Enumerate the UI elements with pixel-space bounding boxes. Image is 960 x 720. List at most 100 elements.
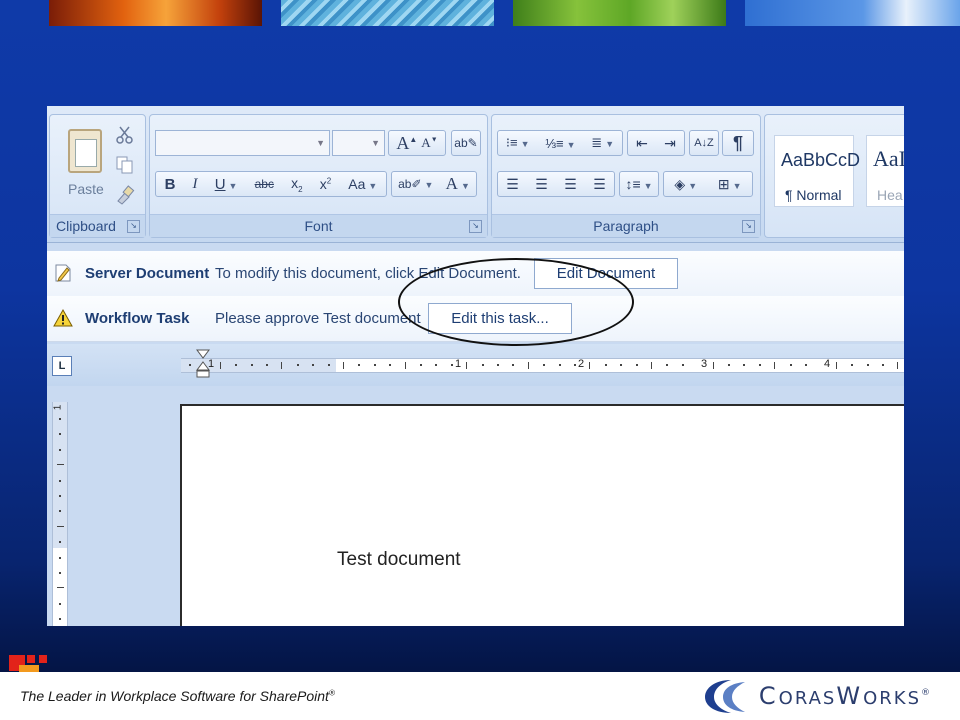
ruler-dot — [59, 433, 61, 436]
style-name: Hea — [877, 187, 903, 203]
tab-selector[interactable]: L — [52, 356, 72, 376]
photo-grass — [513, 0, 726, 26]
ruler-dot — [574, 364, 576, 366]
clipboard-dialog-launcher[interactable]: ↘ — [127, 220, 140, 233]
cut-icon[interactable] — [115, 125, 135, 145]
ruler-dot — [512, 364, 515, 366]
numbering-icon[interactable]: ⅓≡ ▼ — [545, 136, 575, 151]
align-left-icon[interactable]: ☰ — [506, 176, 519, 193]
copy-icon[interactable] — [115, 155, 135, 175]
warning-icon — [53, 308, 73, 327]
justify-icon[interactable]: ☰ — [593, 176, 606, 193]
ruler-dot — [758, 364, 761, 366]
ruler-dot — [604, 364, 607, 366]
grow-shrink-font-buttons[interactable]: A▲ A▼ — [388, 130, 446, 156]
ruler-tick — [651, 362, 652, 369]
word-screenshot: Paste Clipboard ↘ ▼ ▼ A▲ A▼ ab✎ B I U ▼ … — [47, 106, 904, 626]
ruler-dot — [59, 479, 61, 482]
ruler-dot — [666, 364, 669, 366]
highlight-icon[interactable]: ab✐ ▼ — [398, 177, 433, 191]
vertical-ruler[interactable]: 1 — [52, 402, 68, 626]
change-case-icon[interactable]: Aa ▼ — [348, 176, 377, 192]
ruler-dot — [851, 364, 854, 366]
ruler-number: 1 — [52, 404, 64, 411]
shrink-font-icon[interactable]: A▼ — [421, 135, 437, 151]
strikethrough-icon[interactable]: abc — [255, 177, 274, 191]
align-center-icon[interactable]: ☰ — [535, 176, 548, 193]
brand-trademark: ® — [921, 688, 930, 698]
ruler-dot — [620, 364, 623, 366]
increase-indent-icon[interactable]: ⇥ — [664, 135, 676, 152]
indent-marker-icon[interactable] — [196, 348, 210, 378]
ruler-dot — [389, 364, 392, 366]
borders-icon[interactable]: ⊞ ▼ — [718, 176, 742, 193]
underline-icon[interactable]: U ▼ — [215, 176, 238, 193]
server-document-title: Server Document — [85, 265, 210, 282]
multilevel-list-icon[interactable]: ≣ ▼ — [591, 135, 614, 151]
clear-formatting-button[interactable]: ab✎ — [451, 130, 481, 156]
edit-this-task-button[interactable]: Edit this task... — [428, 303, 572, 334]
document-body-text[interactable]: Test document — [337, 549, 461, 571]
font-dialog-launcher[interactable]: ↘ — [469, 220, 482, 233]
ruler-tick — [57, 587, 64, 589]
ruler-dot — [681, 364, 684, 366]
edit-document-button[interactable]: Edit Document — [534, 258, 678, 289]
ruler-dot — [59, 602, 61, 605]
format-painter-icon[interactable] — [115, 185, 135, 205]
style-heading[interactable]: AaI Hea — [866, 135, 904, 207]
workflow-task-message: Please approve Test document — [215, 310, 421, 327]
corasworks-swoosh-icon — [704, 680, 745, 713]
ruler-dot — [296, 364, 299, 366]
align-right-icon[interactable]: ☰ — [564, 176, 577, 193]
font-color-icon[interactable]: A ▼ — [446, 174, 470, 194]
chevron-down-icon: ▼ — [371, 138, 380, 148]
document-page[interactable]: Test document — [180, 404, 904, 626]
superscript-icon[interactable]: x2 — [320, 176, 331, 192]
paragraph-group: ⁝≡ ▼ ⅓≡ ▼ ≣ ▼ ⇤ ⇥ A↓Z ¶ ☰ ☰ ☰ ☰ ↕≡ ▼ ◈ ▼… — [491, 114, 761, 238]
corasworks-logo: CORASWORKS® — [701, 674, 930, 718]
ruler-dot — [59, 418, 61, 420]
clipboard-group: Paste Clipboard ↘ — [49, 114, 146, 238]
font-name-combo[interactable]: ▼ — [155, 130, 330, 156]
workflow-task-title: Workflow Task — [85, 310, 190, 327]
ruler-dot — [635, 364, 638, 366]
shading-icon[interactable]: ◈ ▼ — [674, 176, 697, 193]
ruler-dot — [497, 364, 499, 366]
ruler-tick — [466, 362, 468, 369]
ruler-number: 4 — [824, 358, 831, 370]
footer: The Leader in Workplace Software for Sha… — [0, 672, 960, 720]
font-size-combo[interactable]: ▼ — [332, 130, 385, 156]
style-normal[interactable]: AaBbCcD ¶ Normal — [774, 135, 860, 207]
footer-tagline-text: The Leader in Workplace Software for Sha… — [20, 688, 329, 704]
pilcrow-icon: ¶ — [732, 132, 743, 153]
ruler-dot — [420, 364, 422, 366]
ruler-dot — [266, 364, 268, 366]
bullets-icon[interactable]: ⁝≡ ▼ — [506, 135, 530, 151]
paste-label[interactable]: Paste — [68, 181, 104, 197]
ruler-dot — [866, 364, 869, 366]
ribbon: Paste Clipboard ↘ ▼ ▼ A▲ A▼ ab✎ B I U ▼ … — [47, 106, 904, 243]
workflow-task-bar: Workflow Task Please approve Test docume… — [47, 296, 904, 342]
bold-icon[interactable]: B — [165, 176, 176, 193]
font-group-label: Font — [150, 214, 487, 237]
styles-group: AaBbCcD ¶ Normal AaI Hea — [764, 114, 904, 238]
horizontal-ruler[interactable]: 1 1 2 3 4 — [181, 358, 904, 373]
ruler-dot — [235, 364, 238, 366]
server-document-bar: Server Document To modify this document,… — [47, 251, 904, 297]
italic-icon[interactable]: I — [193, 176, 198, 193]
footer-tagline: The Leader in Workplace Software for Sha… — [20, 688, 335, 704]
ruler-tick — [281, 362, 283, 369]
ruler-dot — [59, 448, 61, 451]
paragraph-dialog-launcher[interactable]: ↘ — [742, 220, 755, 233]
decrease-indent-icon[interactable]: ⇤ — [636, 135, 648, 152]
grow-font-icon[interactable]: A▲ — [396, 133, 417, 154]
paste-icon[interactable] — [68, 129, 102, 173]
subscript-icon[interactable]: x2 — [291, 175, 302, 194]
sort-button[interactable]: A↓Z — [689, 130, 719, 156]
paragraph-group-label: Paragraph — [492, 214, 760, 237]
show-marks-button[interactable]: ¶ — [722, 130, 754, 156]
line-spacing-button[interactable]: ↕≡ ▼ — [619, 171, 659, 197]
ruler-dot — [250, 364, 253, 366]
ruler-tick — [774, 362, 776, 369]
ruler-dot — [312, 364, 315, 366]
